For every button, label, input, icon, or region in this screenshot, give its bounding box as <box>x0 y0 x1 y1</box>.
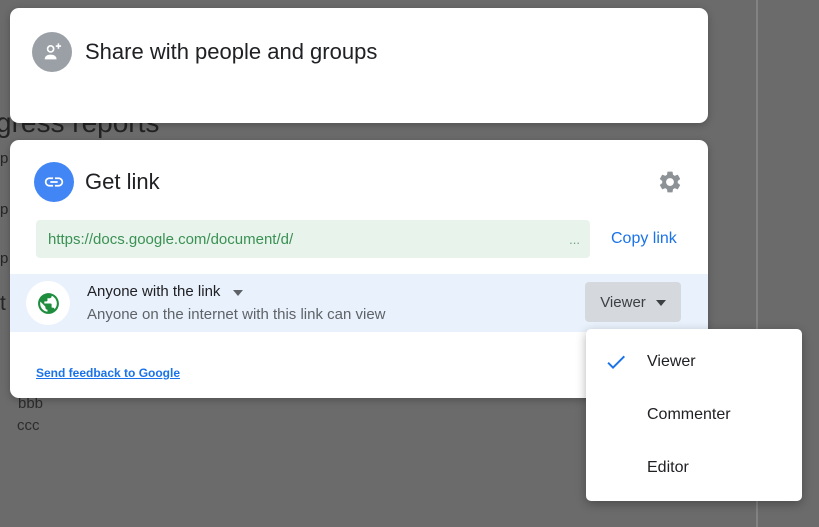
chevron-down-icon <box>656 300 666 306</box>
role-menu-item-label: Editor <box>647 459 689 477</box>
link-url-field[interactable]: https://docs.google.com/document/d/ ... <box>36 220 590 258</box>
share-dialog-title: Share with people and groups <box>85 39 377 65</box>
background-text-fragment: p <box>0 151 8 166</box>
role-menu-item-label: Commenter <box>647 406 731 424</box>
background-document-line: ccc <box>17 418 40 433</box>
role-menu-item-editor[interactable]: Editor <box>586 441 802 494</box>
access-text-block: Anyone with the link Anyone on the inter… <box>87 281 386 325</box>
role-menu-item-viewer[interactable]: Viewer <box>586 335 802 388</box>
link-scope-label: Anyone with the link <box>87 281 220 302</box>
link-access-row: Anyone with the link Anyone on the inter… <box>10 274 708 332</box>
background-text-fragment: p <box>0 251 8 266</box>
public-globe-icon <box>26 281 70 325</box>
get-link-title: Get link <box>85 169 160 195</box>
link-scope-description: Anyone on the internet with this link ca… <box>87 304 386 325</box>
role-menu-item-label: Viewer <box>647 353 696 371</box>
check-icon <box>603 349 629 375</box>
background-text-fragment: p <box>0 202 8 217</box>
send-feedback-link[interactable]: Send feedback to Google <box>36 366 180 380</box>
link-icon <box>34 162 74 202</box>
role-dropdown-label: Viewer <box>600 294 646 311</box>
check-placeholder <box>603 402 629 428</box>
background-document-line: bbb <box>18 396 43 411</box>
copy-link-button[interactable]: Copy link <box>607 228 681 250</box>
link-url-ellipsis: ... <box>569 232 580 247</box>
chevron-down-icon <box>233 290 243 296</box>
person-add-icon <box>32 32 72 72</box>
share-with-people-dialog: Share with people and groups <box>10 8 708 123</box>
role-menu: Viewer Commenter Editor <box>586 329 802 501</box>
check-placeholder <box>603 455 629 481</box>
link-settings-gear-icon[interactable] <box>654 166 686 198</box>
role-dropdown-button[interactable]: Viewer <box>585 282 681 322</box>
link-scope-dropdown[interactable]: Anyone with the link <box>87 281 386 302</box>
link-url-text: https://docs.google.com/document/d/ <box>48 231 569 248</box>
background-text-fragment: t <box>0 293 6 314</box>
role-menu-item-commenter[interactable]: Commenter <box>586 388 802 441</box>
